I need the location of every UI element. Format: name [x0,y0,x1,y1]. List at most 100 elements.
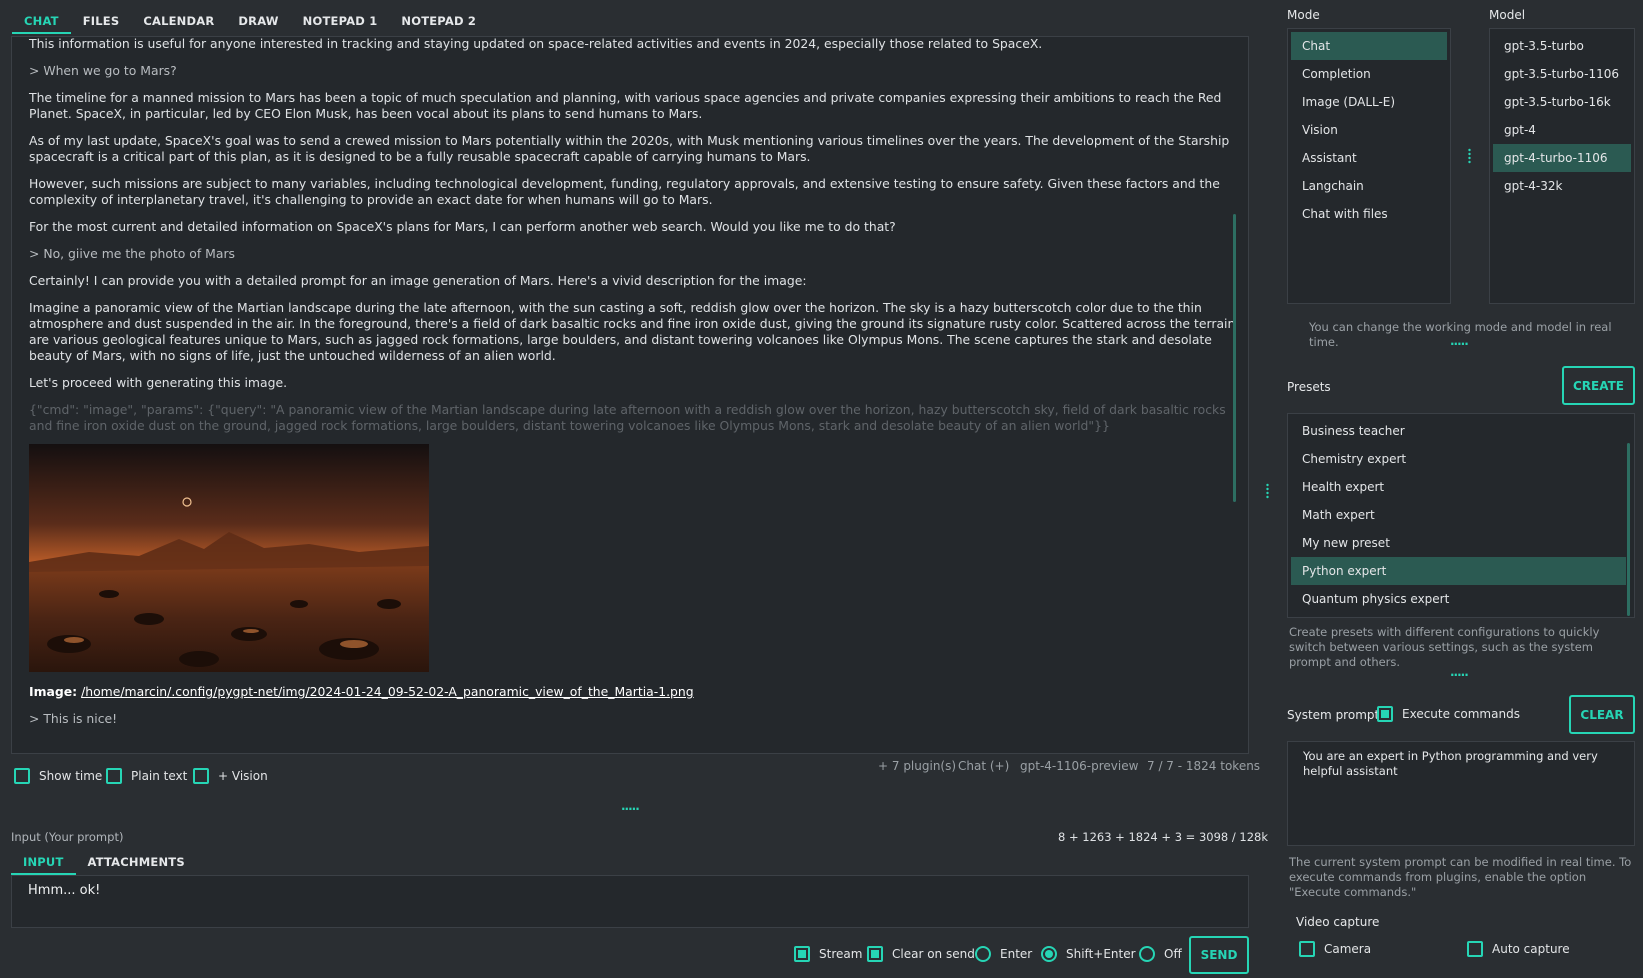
system-prompt-input[interactable]: You are an expert in Python programming … [1287,741,1635,846]
tab-calendar[interactable]: CALENDAR [131,6,226,34]
model-item[interactable]: gpt-4 [1493,116,1631,144]
show-time-checkbox[interactable] [14,768,30,784]
main-tabs: CHAT FILES CALENDAR DRAW NOTEPAD 1 NOTEP… [12,6,488,34]
chat-message: Let's proceed with generating this image… [29,375,288,390]
execute-commands-checkbox[interactable] [1377,706,1393,722]
tab-notepad-1[interactable]: NOTEPAD 1 [291,6,390,34]
image-line: Image: /home/marcin/.config/pygpt-net/im… [29,684,1239,700]
user-message: > No, giive me the photo of Mars [29,246,235,261]
mode-hint: You can change the working mode and mode… [1309,320,1612,349]
show-time-label: Show time [39,769,103,783]
splitter-dots-icon [1266,483,1269,499]
plain-text-checkbox[interactable] [106,768,122,784]
enter-option[interactable]: Enter [975,946,1032,962]
tab-notepad-2[interactable]: NOTEPAD 2 [389,6,488,34]
create-preset-button[interactable]: CREATE [1562,366,1635,405]
mode-item-completion[interactable]: Completion [1291,60,1447,88]
model-item[interactable]: gpt-3.5-turbo-16k [1493,88,1631,116]
model-item[interactable]: gpt-4-32k [1493,172,1631,200]
preset-item[interactable]: Business teacher [1291,417,1631,445]
chat-message: For the most current and detailed inform… [29,219,896,234]
presets-list: Business teacher Chemistry expert Health… [1287,413,1635,618]
preset-item[interactable]: Python expert [1291,557,1626,585]
execute-commands-label: Execute commands [1402,707,1520,721]
chat-message: As of my last update, SpaceX's goal was … [29,133,1230,164]
mode-item-langchain[interactable]: Langchain [1291,172,1447,200]
mode-item-chat-with-files[interactable]: Chat with files [1291,200,1447,228]
image-label: Image: [29,684,78,699]
model-item[interactable]: gpt-3.5-turbo [1493,32,1631,60]
preset-item[interactable]: Quantum physics expert [1291,585,1631,613]
model-list: gpt-3.5-turbo gpt-3.5-turbo-1106 gpt-3.5… [1489,28,1635,304]
shift-enter-radio[interactable] [1041,946,1057,962]
vertical-splitter[interactable] [1266,483,1269,501]
model-item[interactable]: gpt-3.5-turbo-1106 [1493,60,1631,88]
execute-commands-option[interactable]: Execute commands [1377,706,1520,722]
system-prompt-hint: The current system prompt can be modifie… [1289,855,1632,899]
stream-checkbox[interactable] [794,946,810,962]
camera-label: Camera [1324,942,1372,956]
mode-list: Chat Completion Image (DALL-E) Vision As… [1287,28,1451,304]
plain-text-option[interactable]: Plain text [106,768,187,784]
preset-item[interactable]: Math expert [1291,501,1631,529]
model-item[interactable]: gpt-4-turbo-1106 [1493,144,1631,172]
auto-capture-option[interactable]: Auto capture [1467,941,1570,957]
mars-image[interactable] [29,444,429,672]
mode-item-assistant[interactable]: Assistant [1291,144,1447,172]
enter-radio[interactable] [975,946,991,962]
tab-chat[interactable]: CHAT [12,6,71,34]
mode-status: Chat (+) [958,759,1010,773]
user-message: > This is nice! [29,711,118,726]
show-time-option[interactable]: Show time [14,768,102,784]
input-tabs: INPUT ATTACHMENTS [11,849,197,875]
mode-label: Mode [1287,8,1320,22]
shift-enter-label: Shift+Enter [1066,947,1136,961]
video-capture-label: Video capture [1296,915,1380,929]
image-path-link[interactable]: /home/marcin/.config/pygpt-net/img/2024-… [81,684,694,699]
stream-label: Stream [819,947,863,961]
chat-scrollbar[interactable] [1233,214,1236,502]
off-radio[interactable] [1139,946,1155,962]
chat-output[interactable]: This information is useful for anyone in… [11,36,1249,754]
camera-checkbox[interactable] [1299,941,1315,957]
command-message: {"cmd": "image", "params": {"query": "A … [29,402,1226,433]
chat-message: Certainly! I can provide you with a deta… [29,273,807,288]
tokens-status: 7 / 7 - 1824 tokens [1147,759,1261,773]
off-option[interactable]: Off [1139,946,1182,962]
presets-label: Presets [1287,380,1331,394]
chat-message: The timeline for a manned mission to Mar… [29,90,1222,121]
splitter-handle[interactable]: ····· [1450,668,1469,682]
splitter-handle[interactable]: ····· [621,802,640,816]
presets-scrollbar[interactable] [1627,443,1630,616]
mode-item-chat[interactable]: Chat [1291,32,1447,60]
tab-draw[interactable]: DRAW [226,6,290,34]
clear-on-send-option[interactable]: Clear on send [867,946,975,962]
mode-item-vision[interactable]: Vision [1291,116,1447,144]
camera-option[interactable]: Camera [1299,941,1371,957]
preset-item[interactable]: Health expert [1291,473,1631,501]
plugins-status: + 7 plugin(s) [878,759,957,773]
preset-item[interactable]: Chemistry expert [1291,445,1631,473]
token-counter: 8 + 1263 + 1824 + 3 = 3098 / 128k [1058,830,1269,844]
splitter-dots-icon [1468,148,1471,164]
vision-option[interactable]: + Vision [193,768,268,784]
model-label: Model [1489,8,1526,22]
send-button[interactable]: SEND [1189,936,1249,974]
vision-checkbox[interactable] [193,768,209,784]
tab-files[interactable]: FILES [71,6,132,34]
prompt-input[interactable]: Hmm... ok! [11,875,1249,928]
splitter-handle[interactable]: ····· [1450,337,1469,351]
mode-item-image[interactable]: Image (DALL-E) [1291,88,1447,116]
model-status: gpt-4-1106-preview [1020,759,1139,773]
clear-system-prompt-button[interactable]: CLEAR [1569,695,1635,734]
tab-input[interactable]: INPUT [11,849,76,875]
auto-capture-checkbox[interactable] [1467,941,1483,957]
tab-attachments[interactable]: ATTACHMENTS [76,849,197,875]
mode-model-splitter[interactable] [1468,148,1471,169]
off-label: Off [1164,947,1182,961]
shift-enter-option[interactable]: Shift+Enter [1041,946,1136,962]
user-message: > When we go to Mars? [29,63,177,78]
preset-item[interactable]: My new preset [1291,529,1631,557]
clear-on-send-checkbox[interactable] [867,946,883,962]
stream-option[interactable]: Stream [794,946,862,962]
